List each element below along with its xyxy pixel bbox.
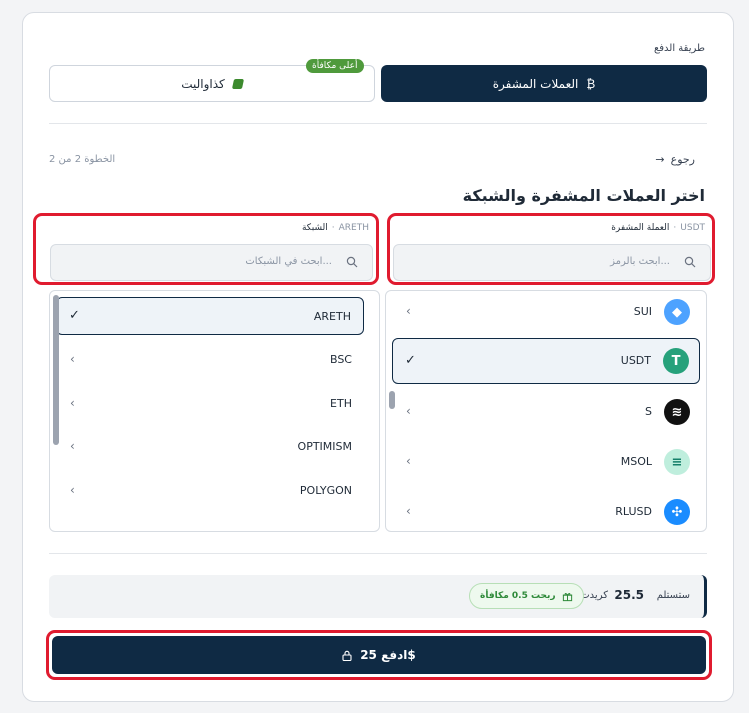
scrollbar[interactable] xyxy=(389,391,395,409)
back-arrow-icon: → xyxy=(655,153,665,166)
receive-summary: ستستلم 25.5 كريدت ربحت 0.5 مكافأة xyxy=(49,575,707,618)
currency-name: MSOL xyxy=(620,455,652,468)
list-item[interactable]: ‹ S ≋ xyxy=(392,393,700,431)
list-item[interactable]: ‹ SUI ◆ xyxy=(392,293,700,331)
pay-button[interactable]: ادفع 25$ xyxy=(52,636,706,674)
back-button[interactable]: → رجوع xyxy=(655,153,695,166)
currency-name: USDT xyxy=(620,354,651,367)
payment-method-title: طريقة الدفع xyxy=(653,43,705,54)
rlusd-icon: ✣ xyxy=(664,499,690,525)
receive-unit: كريدت xyxy=(580,590,608,601)
list-item[interactable]: ‹ MSOL ≡ xyxy=(392,443,700,481)
network-name: OPTIMISM xyxy=(297,440,352,453)
list-item[interactable]: ‹ POLYGON xyxy=(56,472,364,510)
currency-search-placeholder: ابحث بالرمز... xyxy=(610,256,670,267)
sonic-icon: ≋ xyxy=(664,399,690,425)
chevron-icon: ‹ xyxy=(70,352,75,366)
check-icon: ✓ xyxy=(69,308,80,323)
chevron-icon: ‹ xyxy=(70,483,75,497)
page-title: اختر العملات المشفرة والشبكة xyxy=(462,186,705,205)
network-name: POLYGON xyxy=(299,484,352,497)
check-icon: ✓ xyxy=(405,353,416,368)
top-reward-badge: أعلى مكافأة xyxy=(306,59,364,73)
network-name: ETH xyxy=(330,397,352,410)
kedawallet-icon xyxy=(231,78,244,89)
sui-icon: ◆ xyxy=(664,299,690,325)
crypto-tab-label: العملات المشفرة xyxy=(492,76,579,91)
bonus-badge: ربحت 0.5 مكافأة xyxy=(469,583,584,609)
currency-list[interactable]: ‹ SUI ◆ ✓ USDT T ‹ S ≋ ‹ MSOL ≡ ‹ RLUSD … xyxy=(385,290,707,532)
divider xyxy=(49,123,707,124)
search-icon xyxy=(684,256,696,268)
chevron-icon: ‹ xyxy=(406,504,411,518)
currency-selector-highlight: العملة المشفرة · USDT ابحث بالرمز... xyxy=(387,213,715,285)
lock-icon xyxy=(342,650,352,661)
currency-search-input[interactable]: ابحث بالرمز... xyxy=(393,244,711,281)
pay-button-highlight: ادفع 25$ xyxy=(46,630,712,680)
chevron-icon: ‹ xyxy=(406,404,411,418)
currency-name: SUI xyxy=(633,305,652,318)
receive-amount: 25.5 xyxy=(614,588,644,602)
search-icon xyxy=(346,256,358,268)
network-search-placeholder: ابحث في الشبكات... xyxy=(245,256,332,267)
tab-crypto[interactable]: العملات المشفرة ₿ xyxy=(381,65,707,102)
network-name: BSC xyxy=(329,353,352,366)
network-selector-highlight: الشبكة · ARETH ابحث في الشبكات... xyxy=(33,213,379,285)
scrollbar[interactable] xyxy=(53,295,59,445)
currency-label: العملة المشفرة xyxy=(611,223,670,233)
list-item-selected[interactable]: ✓ ARETH xyxy=(56,297,364,335)
bonus-text: ربحت 0.5 مكافأة xyxy=(480,591,556,601)
separator: · xyxy=(331,223,335,233)
separator: · xyxy=(673,223,677,233)
network-label-row: الشبكة · ARETH xyxy=(302,223,369,233)
gift-icon xyxy=(562,592,572,601)
network-name: ARETH xyxy=(313,310,351,323)
list-item[interactable]: ‹ OPTIMISM xyxy=(56,428,364,466)
chevron-icon: ‹ xyxy=(70,439,75,453)
bitcoin-icon: ₿ xyxy=(586,76,596,91)
pay-button-label: ادفع 25$ xyxy=(360,648,416,662)
list-item[interactable]: ‹ BSC xyxy=(56,341,364,379)
msol-icon: ≡ xyxy=(664,449,690,475)
divider xyxy=(49,553,707,554)
receive-label: ستستلم xyxy=(656,590,690,601)
list-item[interactable]: ‹ ETH xyxy=(56,385,364,423)
network-search-input[interactable]: ابحث في الشبكات... xyxy=(50,244,373,281)
network-selected: ARETH xyxy=(338,223,369,233)
kedawallet-tab-label: كذاواليت xyxy=(181,76,225,91)
currency-name: S xyxy=(645,405,652,418)
currency-label-row: العملة المشفرة · USDT xyxy=(611,223,705,233)
network-label: الشبكة xyxy=(301,223,328,233)
currency-name: RLUSD xyxy=(615,505,652,518)
chevron-icon: ‹ xyxy=(406,304,411,318)
chevron-icon: ‹ xyxy=(406,454,411,468)
chevron-icon: ‹ xyxy=(70,396,75,410)
step-indicator: الخطوة 2 من 2 xyxy=(49,154,116,165)
checkout-card: طريقة الدفع العملات المشفرة ₿ كذاواليت أ… xyxy=(22,12,734,702)
network-list[interactable]: ✓ ARETH ‹ BSC ‹ ETH ‹ OPTIMISM ‹ POLYGON xyxy=(49,290,380,532)
tether-icon: T xyxy=(663,348,689,374)
list-item-selected[interactable]: ✓ USDT T xyxy=(392,338,700,384)
currency-selected: USDT xyxy=(680,223,705,233)
back-label: رجوع xyxy=(670,153,695,166)
list-item[interactable]: ‹ RLUSD ✣ xyxy=(392,493,700,531)
